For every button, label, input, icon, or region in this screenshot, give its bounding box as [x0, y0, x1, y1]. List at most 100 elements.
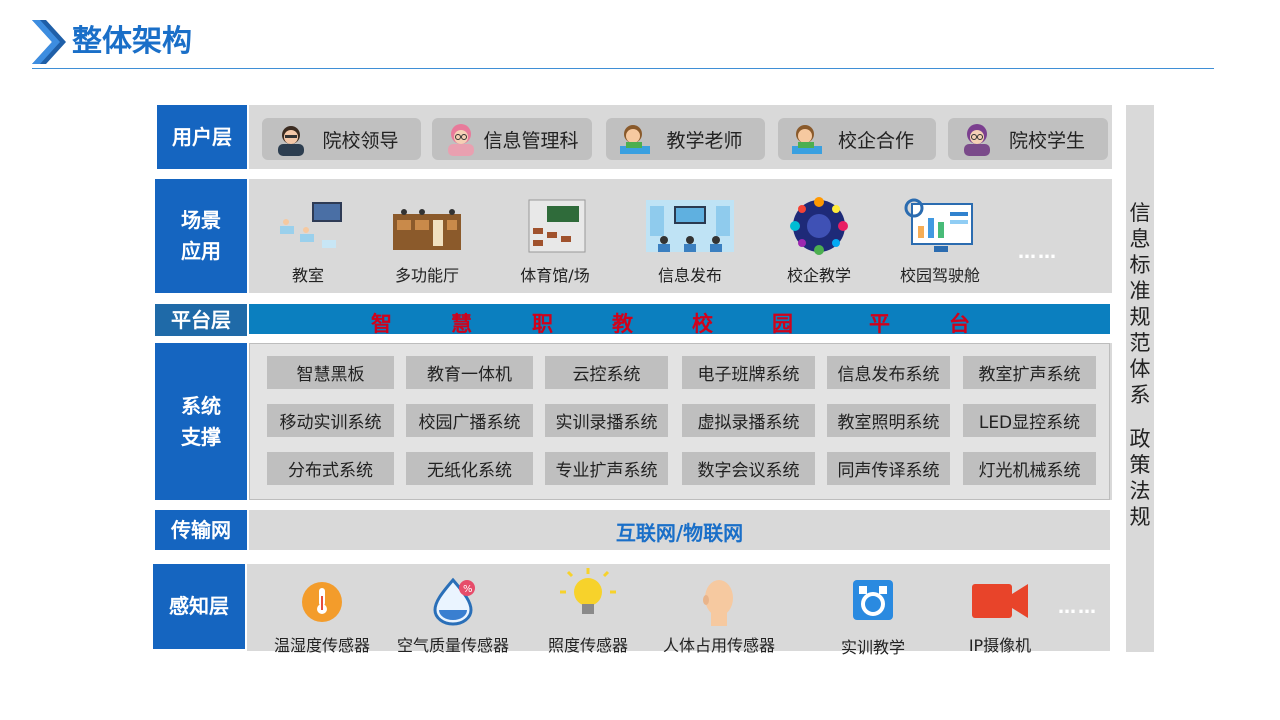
sensor-item-label: IP摄像机 — [968, 636, 1032, 655]
user-item-cooperation[interactable]: 校企合作 — [778, 118, 936, 160]
scene-item-label: 教室 — [291, 266, 324, 285]
standards-text: 信 息 标 准 规 范 体 系 政 策 法 规 — [1126, 200, 1154, 530]
system-item[interactable]: 云控系统 — [545, 356, 668, 389]
hall-icon — [393, 209, 461, 250]
side-char: 规 — [1129, 305, 1151, 329]
system-item[interactable]: 校园广播系统 — [406, 404, 533, 437]
platform-char: 校 — [692, 312, 713, 336]
scenario-label-line2: 应用 — [181, 239, 221, 263]
user-item-label: 校企合作 — [837, 129, 914, 152]
system-item[interactable]: 信息发布系统 — [827, 356, 950, 389]
side-char: 系 — [1129, 383, 1151, 407]
platform-char: 教 — [612, 312, 633, 336]
side-char: 策 — [1129, 453, 1151, 477]
side-gap — [1126, 408, 1154, 426]
side-char: 息 — [1129, 227, 1151, 251]
side-char: 信 — [1129, 201, 1151, 225]
leader-avatar-icon — [278, 126, 304, 156]
system-item[interactable]: 虚拟录播系统 — [682, 404, 815, 437]
system-label-line1: 系统 — [181, 393, 221, 418]
user-item-label: 院校学生 — [1008, 129, 1085, 152]
side-char: 规 — [1129, 505, 1151, 529]
system-item[interactable]: 移动实训系统 — [267, 404, 394, 437]
system-item[interactable]: 教室照明系统 — [827, 404, 950, 437]
scene-item-dashboard[interactable]: 校园驾驶舱 — [897, 196, 983, 286]
sensor-item-illuminance[interactable]: 照度传感器 — [542, 566, 634, 656]
side-char: 范 — [1129, 331, 1151, 355]
human-head-icon — [703, 580, 733, 626]
title-divider — [32, 68, 1214, 69]
camera-icon — [972, 584, 1028, 618]
system-item[interactable]: 无纸化系统 — [406, 452, 533, 485]
side-char: 准 — [1129, 279, 1151, 303]
side-char: 法 — [1129, 479, 1151, 503]
sensor-item-occupancy[interactable]: 人体占用传感器 — [660, 576, 778, 656]
system-item[interactable]: 教室扩声系统 — [963, 356, 1096, 389]
user-item-student[interactable]: 院校学生 — [948, 118, 1108, 160]
system-item[interactable]: 分布式系统 — [267, 452, 394, 485]
system-item[interactable]: 灯光机械系统 — [963, 452, 1096, 485]
sensor-item-training[interactable]: 实训教学 — [832, 578, 914, 658]
system-item[interactable]: 同声传译系统 — [827, 452, 950, 485]
scene-item-info-release[interactable]: 信息发布 — [643, 196, 737, 286]
scene-item-classroom[interactable]: 教室 — [270, 196, 346, 286]
training-icon — [853, 580, 893, 620]
enterprise-teaching-icon — [790, 197, 848, 255]
platform-char: 职 — [532, 312, 553, 336]
sensor-item-label: 人体占用传感器 — [662, 636, 775, 655]
platform-char: 园 — [772, 312, 793, 336]
network-layer-label: 传输网 — [155, 510, 247, 550]
scenario-more-ellipsis: …… — [1018, 242, 1058, 263]
page-title: 整体架构 — [72, 24, 192, 59]
side-char: 体 — [1129, 357, 1151, 381]
system-item[interactable]: 电子班牌系统 — [682, 356, 815, 389]
scenario-label-line1: 场景 — [181, 208, 221, 232]
gym-icon — [528, 199, 586, 253]
info-release-icon — [646, 200, 734, 252]
system-item[interactable]: 数字会议系统 — [682, 452, 815, 485]
user-item-manager[interactable]: 信息管理科 — [432, 118, 592, 160]
system-item[interactable]: 智慧黑板 — [267, 356, 394, 389]
platform-char: 智 — [371, 312, 392, 336]
sensing-layer-label: 感知层 — [153, 564, 245, 649]
system-item[interactable]: 实训录播系统 — [545, 404, 668, 437]
sensor-item-label: 空气质量传感器 — [396, 636, 509, 655]
side-char: 标 — [1129, 253, 1151, 277]
sensor-item-air-quality[interactable]: % 空气质量传感器 — [393, 576, 513, 656]
user-item-label: 教学老师 — [666, 129, 743, 152]
platform-char: 慧 — [451, 312, 472, 336]
scene-item-label: 体育馆/场 — [520, 266, 590, 285]
scene-item-label: 校企教学 — [786, 266, 851, 285]
system-layer-label: 系统 支撑 — [155, 343, 247, 500]
lightbulb-icon — [560, 568, 616, 614]
sensor-item-temperature[interactable]: 温湿度传感器 — [270, 576, 374, 656]
platform-char: 台 — [949, 312, 970, 336]
cooperation-avatar-icon — [792, 125, 822, 154]
scene-item-hall[interactable]: 多功能厅 — [389, 196, 465, 286]
user-item-label: 院校领导 — [322, 129, 399, 152]
air-quality-icon: % — [433, 577, 475, 626]
user-item-leader[interactable]: 院校领导 — [262, 118, 421, 160]
user-item-teacher[interactable]: 教学老师 — [606, 118, 765, 160]
teacher-avatar-icon — [620, 125, 650, 154]
scenario-layer-label: 场景 应用 — [155, 179, 247, 293]
scene-item-label: 信息发布 — [657, 266, 722, 285]
system-item[interactable]: 教育一体机 — [406, 356, 533, 389]
sensor-item-camera[interactable]: IP摄像机 — [962, 576, 1038, 656]
scene-item-label: 多功能厅 — [394, 266, 459, 285]
title-arrow-icon — [32, 20, 66, 64]
manager-avatar-icon — [448, 124, 474, 156]
side-char: 政 — [1129, 427, 1151, 451]
sensing-more-ellipsis: …… — [1058, 597, 1098, 618]
user-layer-label: 用户层 — [157, 105, 247, 169]
scene-item-label: 校园驾驶舱 — [899, 266, 980, 285]
user-item-label: 信息管理科 — [483, 129, 579, 152]
system-item[interactable]: 专业扩声系统 — [545, 452, 668, 485]
sensor-item-label: 温湿度传感器 — [273, 636, 370, 655]
platform-bar: 智 慧 职 教 校 园 平 台 — [249, 304, 1110, 336]
system-label-line2: 支撑 — [181, 424, 221, 449]
scene-item-gym[interactable]: 体育馆/场 — [515, 196, 595, 286]
scene-item-enterprise-teaching[interactable]: 校企教学 — [779, 196, 859, 286]
system-item[interactable]: LED显控系统 — [963, 404, 1096, 437]
network-content: 互联网/物联网 — [615, 521, 744, 545]
